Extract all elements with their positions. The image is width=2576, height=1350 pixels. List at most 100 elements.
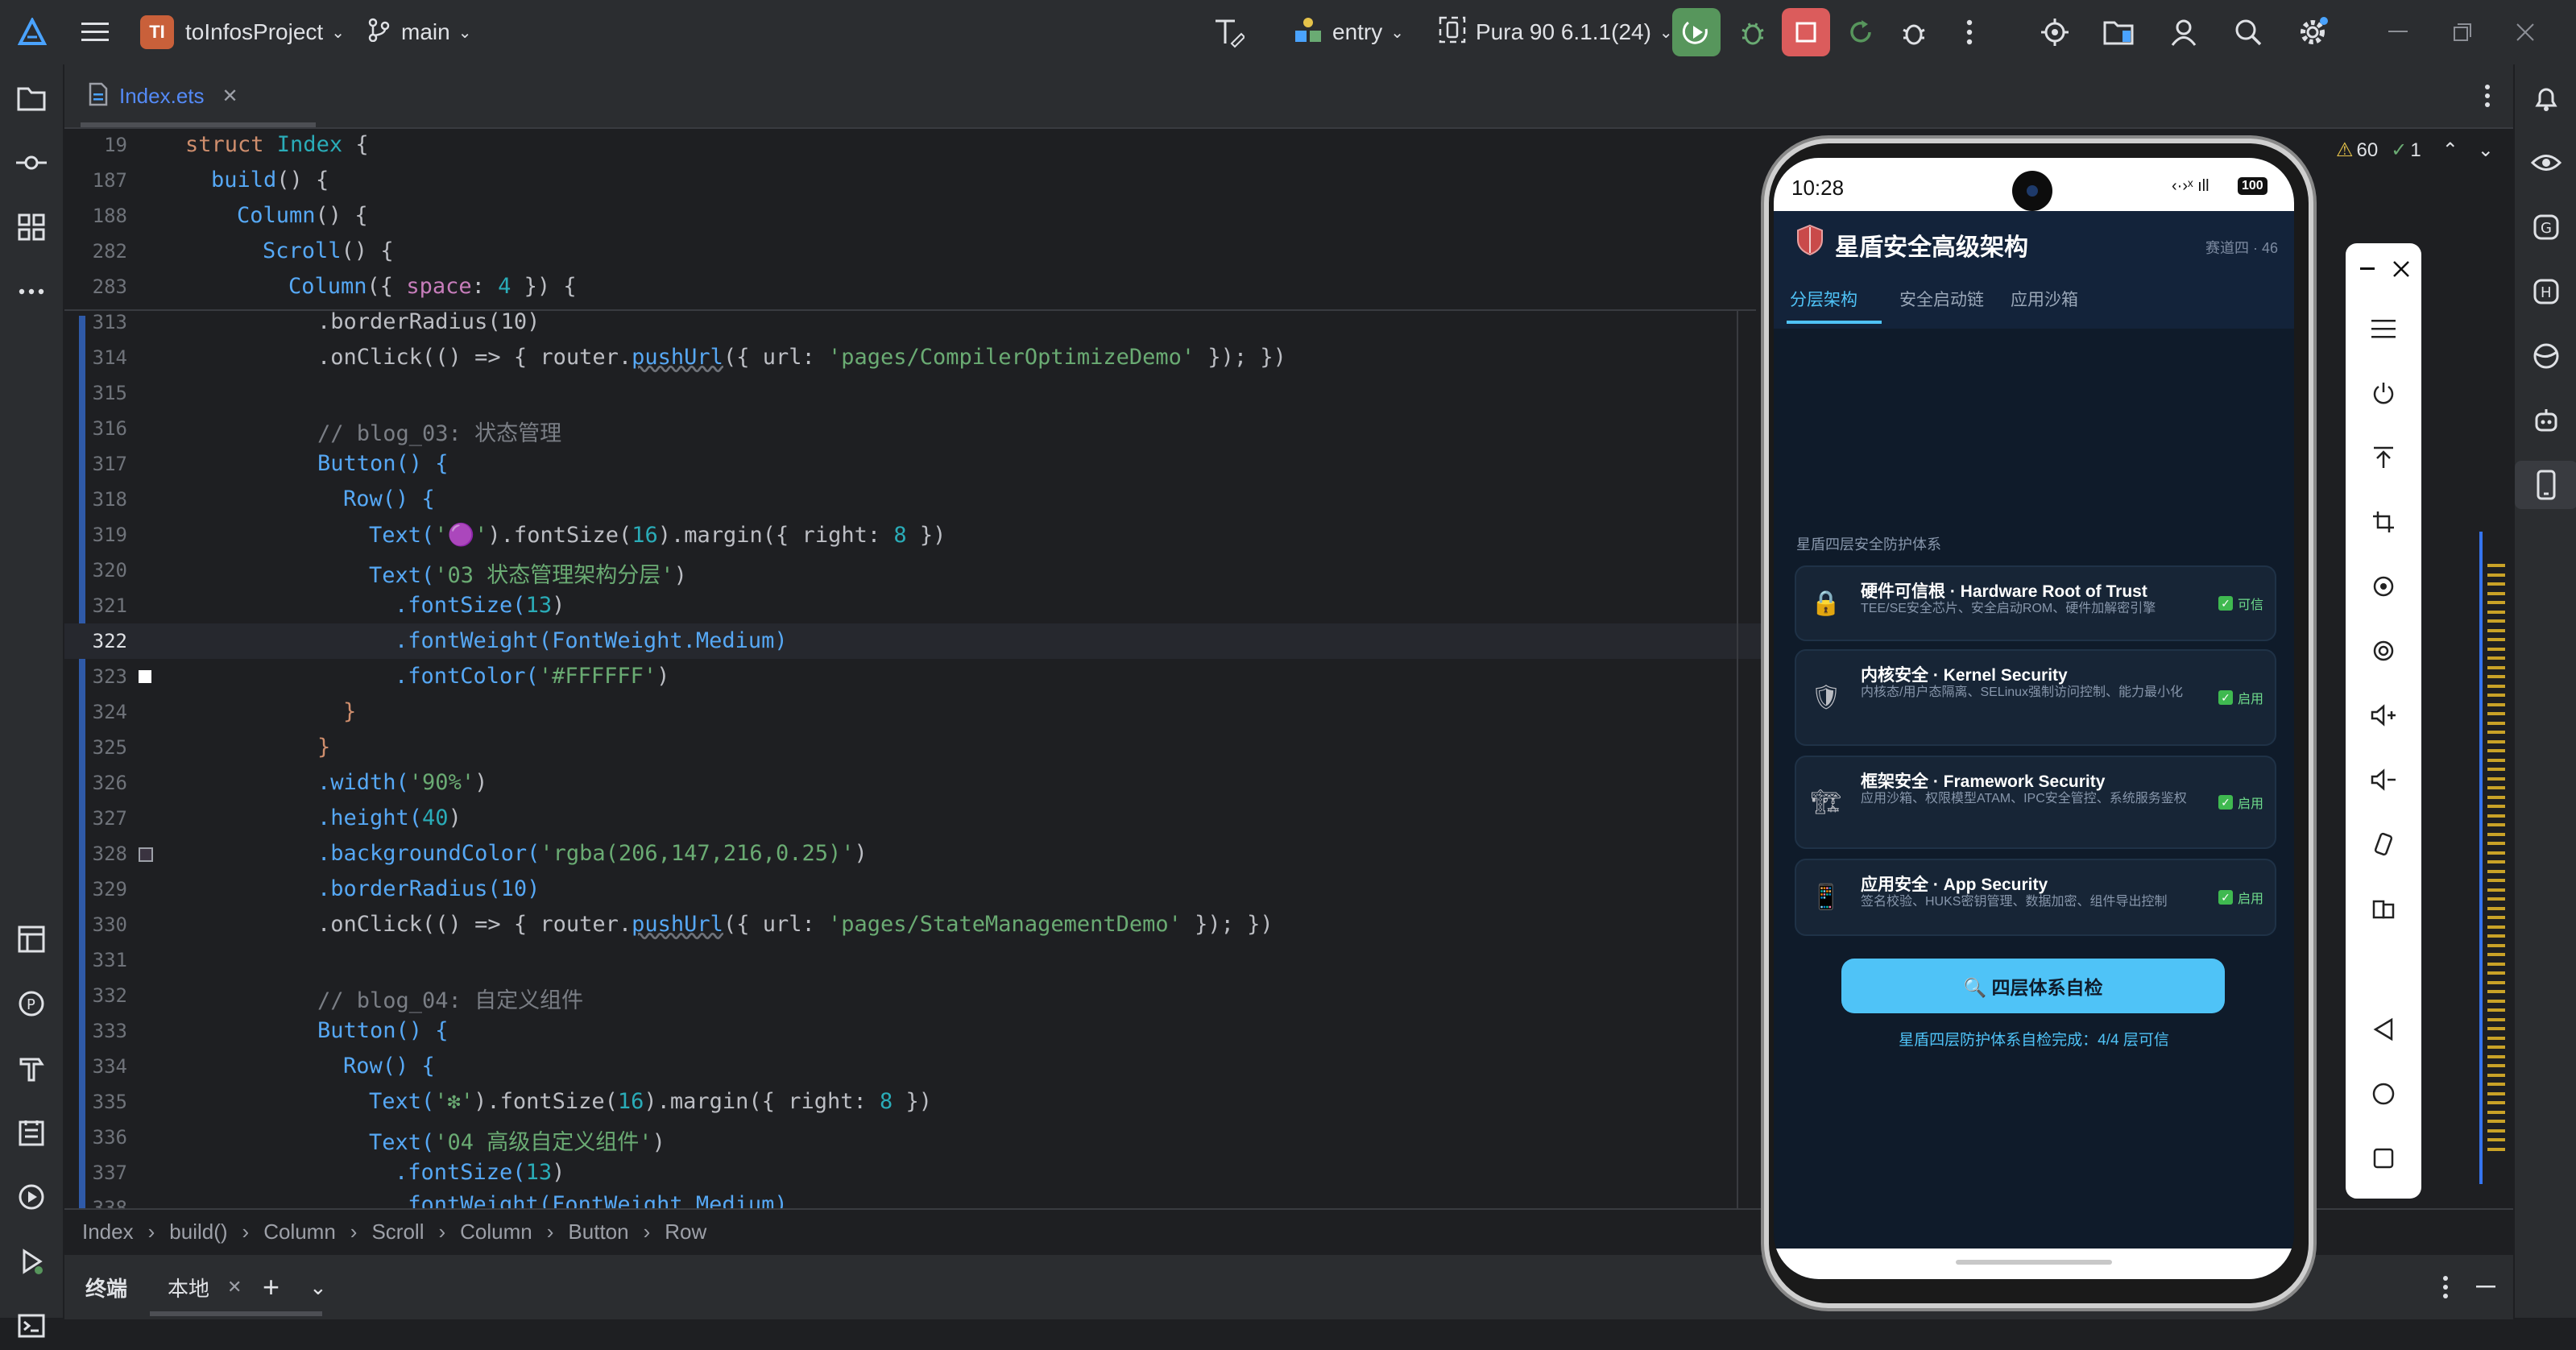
preview-eye-icon[interactable] [2515, 139, 2576, 187]
globe-icon[interactable] [2515, 332, 2576, 380]
warning-marker[interactable] [2487, 916, 2505, 919]
tab-terminal[interactable]: 终端 [85, 1255, 127, 1319]
breadcrumb-item[interactable]: Column [460, 1220, 532, 1244]
warning-marker[interactable] [2487, 1064, 2505, 1067]
warning-marker[interactable] [2487, 962, 2505, 966]
warning-marker[interactable] [2487, 675, 2505, 678]
warning-marker[interactable] [2487, 628, 2505, 632]
account-icon[interactable] [2162, 0, 2205, 64]
target-icon[interactable] [2033, 0, 2077, 64]
warning-marker[interactable] [2487, 980, 2505, 984]
color-swatch-purple[interactable] [139, 847, 153, 862]
warning-marker[interactable] [2487, 805, 2505, 808]
run-button[interactable] [1672, 8, 1721, 56]
close-emulator-icon[interactable] [2363, 245, 2439, 293]
debug-icon[interactable] [1729, 0, 1777, 64]
inspection-widget[interactable]: ⚠ 60 ✓ 1 ⌃ ⌄ [2336, 139, 2494, 162]
warning-marker[interactable] [2487, 953, 2505, 956]
warning-marker[interactable] [2487, 795, 2505, 799]
warning-marker[interactable] [2487, 665, 2505, 669]
warning-marker[interactable] [2487, 684, 2505, 688]
close-tab-icon[interactable]: ✕ [227, 1277, 242, 1298]
hide-panel-icon[interactable] [2470, 1255, 2502, 1319]
more-vertical-icon[interactable] [1949, 0, 1990, 64]
warning-marker[interactable] [2487, 943, 2505, 947]
chevron-down-icon[interactable]: ⌄ [309, 1255, 327, 1319]
text-tool-icon[interactable] [1208, 0, 1249, 64]
warning-marker[interactable] [2487, 879, 2505, 882]
rerun-icon[interactable] [1837, 0, 1885, 64]
warning-marker[interactable] [2487, 739, 2505, 743]
stop-button[interactable] [1782, 8, 1830, 56]
device-preview-icon[interactable] [2515, 461, 2576, 509]
warning-marker[interactable] [2487, 1120, 2505, 1123]
power-icon[interactable] [2346, 369, 2421, 417]
warning-marker[interactable] [2487, 694, 2505, 697]
warning-marker[interactable] [2487, 906, 2505, 910]
branch-selector[interactable]: main ⌄ [367, 0, 471, 64]
breadcrumb-item[interactable]: Row [665, 1220, 706, 1244]
warning-marker[interactable] [2487, 934, 2505, 938]
layer-card[interactable]: 🏗 框架安全 · Framework Security 应用沙箱、权限模型ATAM、… [1795, 756, 2276, 849]
warning-marker[interactable] [2487, 814, 2505, 818]
warning-marker[interactable] [2487, 1017, 2505, 1021]
services-icon[interactable] [0, 1173, 63, 1221]
app-logo-icon[interactable] [14, 0, 50, 64]
breadcrumb-item[interactable]: Index [82, 1220, 134, 1244]
volume-up-icon[interactable] [2346, 691, 2421, 739]
warning-marker[interactable] [2487, 869, 2505, 873]
warning-marker[interactable] [2487, 591, 2505, 595]
close-tab-icon[interactable]: ✕ [222, 85, 238, 108]
warning-marker[interactable] [2487, 1008, 2505, 1012]
pin-top-icon[interactable] [2346, 433, 2421, 482]
screenshot-icon[interactable] [2346, 627, 2421, 675]
warning-marker[interactable] [2487, 610, 2505, 614]
warning-marker[interactable] [2487, 1110, 2505, 1114]
warning-marker[interactable] [2487, 1027, 2505, 1030]
project-folder-icon[interactable] [0, 74, 63, 122]
crop-icon[interactable] [2346, 498, 2421, 546]
warning-marker[interactable] [2487, 1083, 2505, 1086]
ai-assistant-icon[interactable] [2515, 396, 2576, 445]
warning-marker[interactable] [2487, 1138, 2505, 1141]
more-horizontal-icon[interactable] [0, 267, 63, 316]
warning-marker[interactable] [2487, 786, 2505, 789]
self-check-button[interactable]: 🔍 四层体系自检 [1841, 959, 2225, 1013]
attach-debugger-icon[interactable] [1890, 0, 1938, 64]
app-tab-secure-boot[interactable]: 安全启动链 [1899, 287, 1984, 311]
warning-marker[interactable] [2487, 990, 2505, 993]
warning-marker[interactable] [2487, 888, 2505, 892]
restore-window-icon[interactable] [2442, 0, 2483, 64]
settings-gear-icon[interactable] [2291, 0, 2334, 64]
layer-card[interactable]: 📱 应用安全 · App Security 签名校验、HUKS密钥管理、数据加密、组… [1795, 859, 2276, 936]
profiler-icon[interactable]: P [0, 979, 63, 1028]
add-tab-icon[interactable]: + [263, 1255, 280, 1319]
run-tool-icon[interactable] [0, 1237, 63, 1286]
layout-icon[interactable] [0, 915, 63, 963]
warning-marker[interactable] [2487, 999, 2505, 1003]
close-window-icon[interactable] [2505, 0, 2545, 64]
search-icon[interactable] [2226, 0, 2270, 64]
warning-marker[interactable] [2487, 1036, 2505, 1040]
warning-marker[interactable] [2487, 1101, 2505, 1104]
warning-marker[interactable] [2487, 1054, 2505, 1058]
tab-local[interactable]: 本地 ✕ [168, 1255, 242, 1319]
layer-card[interactable]: 🔒 硬件可信根 · Hardware Root of Trust TEE/SE安全芯… [1795, 565, 2276, 641]
warning-marker[interactable] [2487, 1128, 2505, 1133]
notifications-icon[interactable] [2515, 74, 2576, 122]
warning-marker[interactable] [2487, 749, 2505, 752]
minimize-window-icon[interactable] [2378, 0, 2418, 64]
terminal-icon[interactable] [0, 1302, 63, 1350]
warning-marker[interactable] [2487, 573, 2505, 577]
tab-index-ets[interactable]: Index.ets ✕ [87, 64, 238, 127]
breadcrumb-item[interactable]: build() [169, 1220, 227, 1244]
home-indicator[interactable] [1956, 1260, 2112, 1265]
warning-marker[interactable] [2487, 1091, 2505, 1095]
warning-marker[interactable] [2487, 860, 2505, 863]
module-selector[interactable]: entry ⌄ [1294, 0, 1404, 64]
layer-card[interactable]: 🛡 内核安全 · Kernel Security 内核态/用户态隔离、SELinux… [1795, 649, 2276, 746]
volume-down-icon[interactable] [2346, 756, 2421, 804]
warning-marker[interactable] [2487, 897, 2505, 901]
color-swatch-white[interactable] [139, 670, 151, 683]
warning-marker[interactable] [2487, 731, 2505, 734]
